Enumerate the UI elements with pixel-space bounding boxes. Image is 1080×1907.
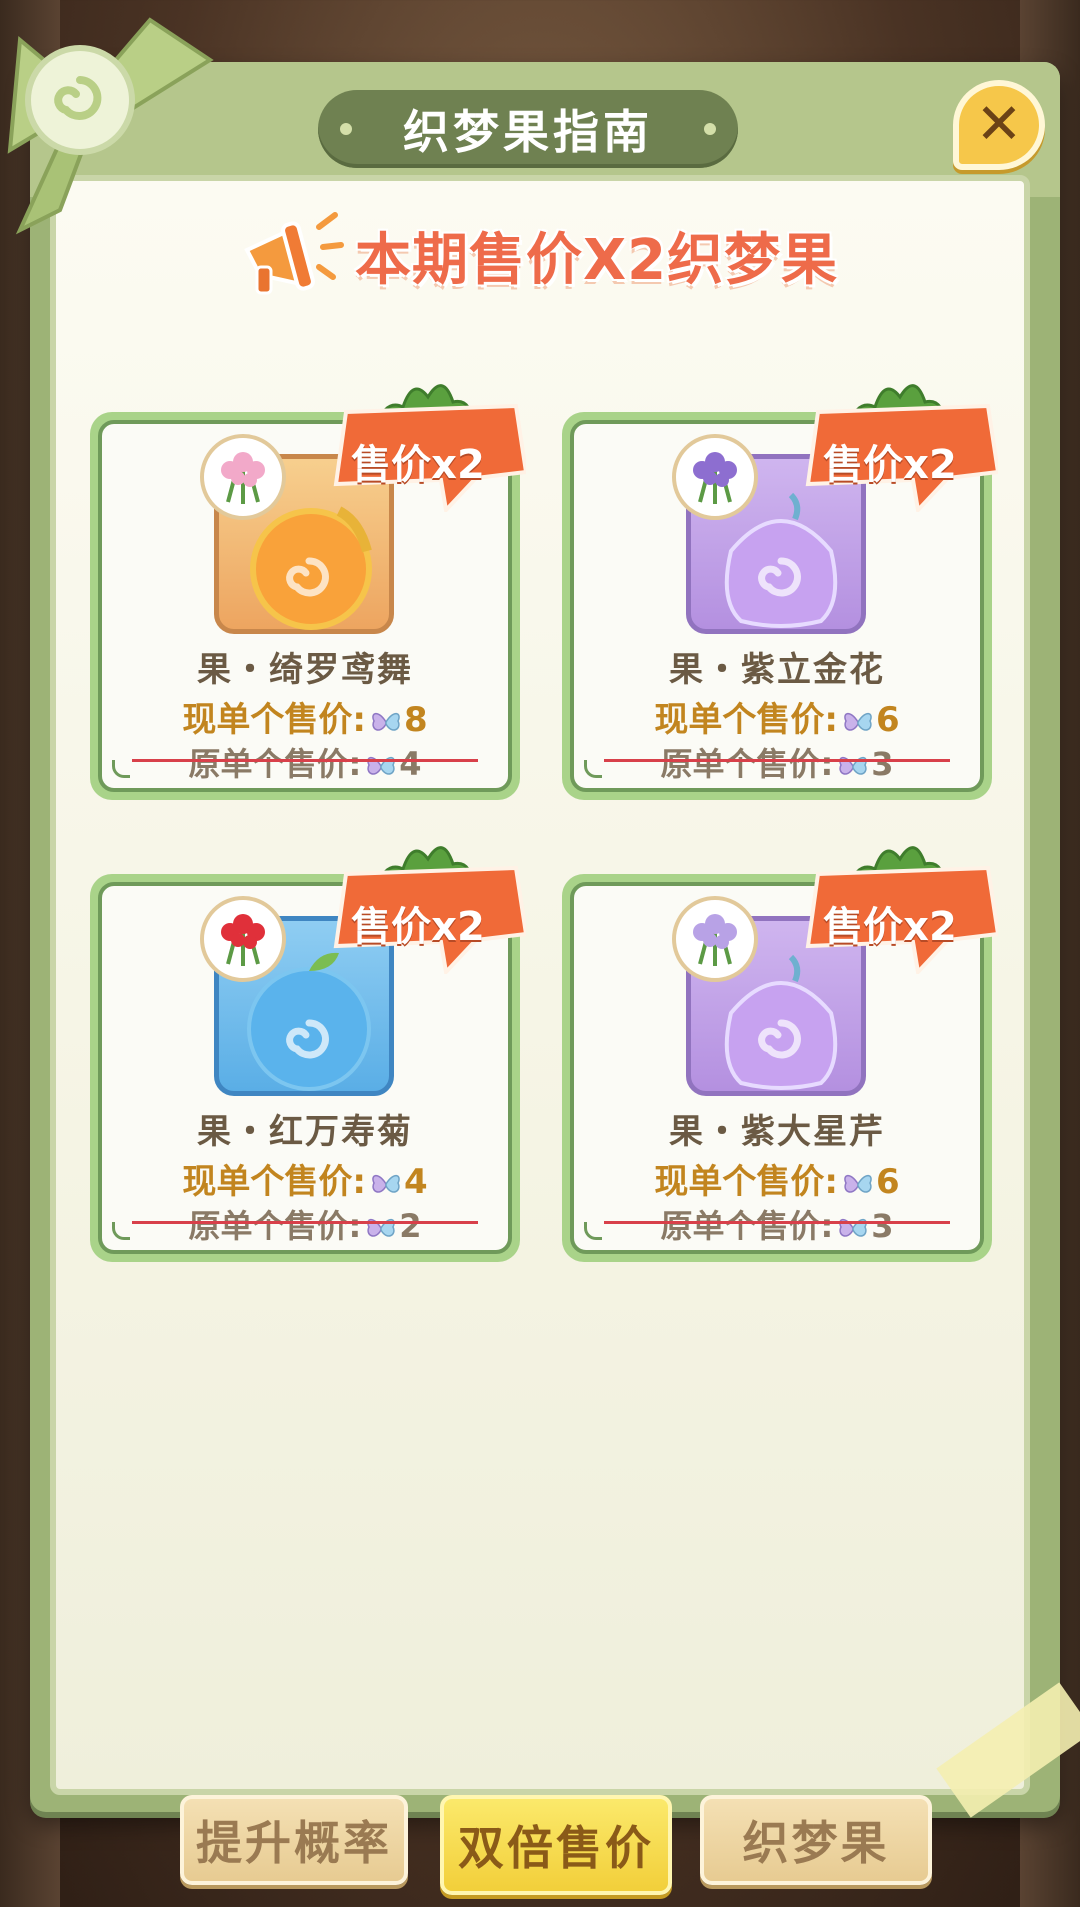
strikethrough-line xyxy=(604,1221,950,1224)
butterfly-currency-icon xyxy=(839,756,867,775)
original-price: 原单个售价: 3 xyxy=(574,739,980,785)
current-price: 现单个售价: 6 xyxy=(574,692,980,741)
banner: 本期售价X2织梦果 xyxy=(235,200,855,310)
current-price-value: 6 xyxy=(875,1162,900,1202)
tab-dream-fruit[interactable]: 织梦果 xyxy=(700,1795,932,1885)
current-price-value: 4 xyxy=(403,1162,428,1202)
original-price-value: 3 xyxy=(871,1207,894,1245)
butterfly-currency-icon xyxy=(367,756,395,775)
original-price: 原单个售价: 3 xyxy=(574,1201,980,1247)
pink-lily-flower-icon xyxy=(200,434,286,520)
fruit-name: 果・红万寿菊 xyxy=(197,1112,413,1152)
original-price-label: 原单个售价: xyxy=(660,1207,834,1245)
bow-icon xyxy=(7,17,214,235)
current-price-value: 6 xyxy=(875,700,900,740)
butterfly-currency-icon xyxy=(844,712,872,731)
strikethrough-line xyxy=(132,1221,478,1224)
original-price-value: 3 xyxy=(871,745,894,783)
red-marigold-flower-icon xyxy=(200,896,286,982)
current-price-label: 现单个售价: xyxy=(182,1162,366,1202)
original-price-value: 2 xyxy=(399,1207,422,1245)
fruit-name: 果・紫立金花 xyxy=(669,650,885,690)
megaphone-icon xyxy=(244,212,344,295)
sale-badge: 售价x2 xyxy=(823,442,957,488)
fruit-card[interactable]: 售价x2 果・紫大星芹现单个售价: 6 原单个售价: 3 xyxy=(562,846,998,1262)
fruit-card-inner: 售价x2 果・紫大星芹现单个售价: 6 原单个售价: 3 xyxy=(570,865,998,1254)
fruit-card[interactable]: 售价x2 果・紫立金花现单个售价: 6 原单个售价: 3 xyxy=(562,384,998,800)
tab-label: 双倍售价 xyxy=(458,1821,654,1875)
banner-text: 本期售价X2织梦果 xyxy=(355,227,839,293)
sale-badge: 售价x2 xyxy=(351,442,485,488)
original-price-label: 原单个售价: xyxy=(660,745,834,783)
butterfly-currency-icon xyxy=(372,1174,400,1193)
original-price: 原单个售价: 4 xyxy=(102,739,508,785)
strikethrough-line xyxy=(132,759,478,762)
title-dot-right xyxy=(704,123,716,135)
butterfly-currency-icon xyxy=(839,1218,867,1237)
title-dot-left xyxy=(340,123,352,135)
fruit-card-inner: 售价x2 果・绮罗鸢舞现单个售价: 8 原单个售价: 4 xyxy=(98,403,526,792)
sale-badge: 售价x2 xyxy=(351,904,485,950)
original-price-label: 原单个售价: xyxy=(188,1207,362,1245)
current-price-label: 现单个售价: xyxy=(654,700,838,740)
current-price-value: 8 xyxy=(403,700,428,740)
current-price: 现单个售价: 4 xyxy=(102,1154,508,1203)
close-button[interactable]: ✕ xyxy=(953,80,1045,170)
fruit-name: 果・紫大星芹 xyxy=(669,1112,885,1152)
fruit-card[interactable]: 售价x2 果・绮罗鸢舞现单个售价: 8 原单个售价: 4 xyxy=(90,384,526,800)
sale-badge: 售价x2 xyxy=(823,904,957,950)
fruit-card-inner: 售价x2 果・紫立金花现单个售价: 6 原单个售价: 3 xyxy=(570,403,998,792)
current-price-label: 现单个售价: xyxy=(182,700,366,740)
purple-astrantia-flower-icon xyxy=(672,896,758,982)
butterfly-currency-icon xyxy=(367,1218,395,1237)
fruit-name: 果・绮罗鸢舞 xyxy=(197,650,413,690)
original-price-label: 原单个售价: xyxy=(188,745,362,783)
butterfly-currency-icon xyxy=(844,1174,872,1193)
current-price-label: 现单个售价: xyxy=(654,1162,838,1202)
original-price: 原单个售价: 2 xyxy=(102,1201,508,1247)
tab-label: 提升概率 xyxy=(196,1816,392,1870)
current-price: 现单个售价: 6 xyxy=(574,1154,980,1203)
page-title: 织梦果指南 xyxy=(403,105,653,159)
title-pill: 织梦果指南 xyxy=(318,90,738,168)
tab-boost-probability[interactable]: 提升概率 xyxy=(180,1795,408,1885)
tab-label: 织梦果 xyxy=(742,1816,890,1870)
tab-double-price[interactable]: 双倍售价 xyxy=(440,1795,672,1895)
close-icon[interactable]: ✕ xyxy=(976,97,1023,153)
fruit-card[interactable]: 售价x2 果・红万寿菊现单个售价: 4 原单个售价: 2 xyxy=(90,846,526,1262)
butterfly-currency-icon xyxy=(372,712,400,731)
strikethrough-line xyxy=(604,759,950,762)
current-price: 现单个售价: 8 xyxy=(102,692,508,741)
original-price-value: 4 xyxy=(399,745,422,783)
purple-lupine-flower-icon xyxy=(672,434,758,520)
fruit-card-inner: 售价x2 果・红万寿菊现单个售价: 4 原单个售价: 2 xyxy=(98,865,526,1254)
